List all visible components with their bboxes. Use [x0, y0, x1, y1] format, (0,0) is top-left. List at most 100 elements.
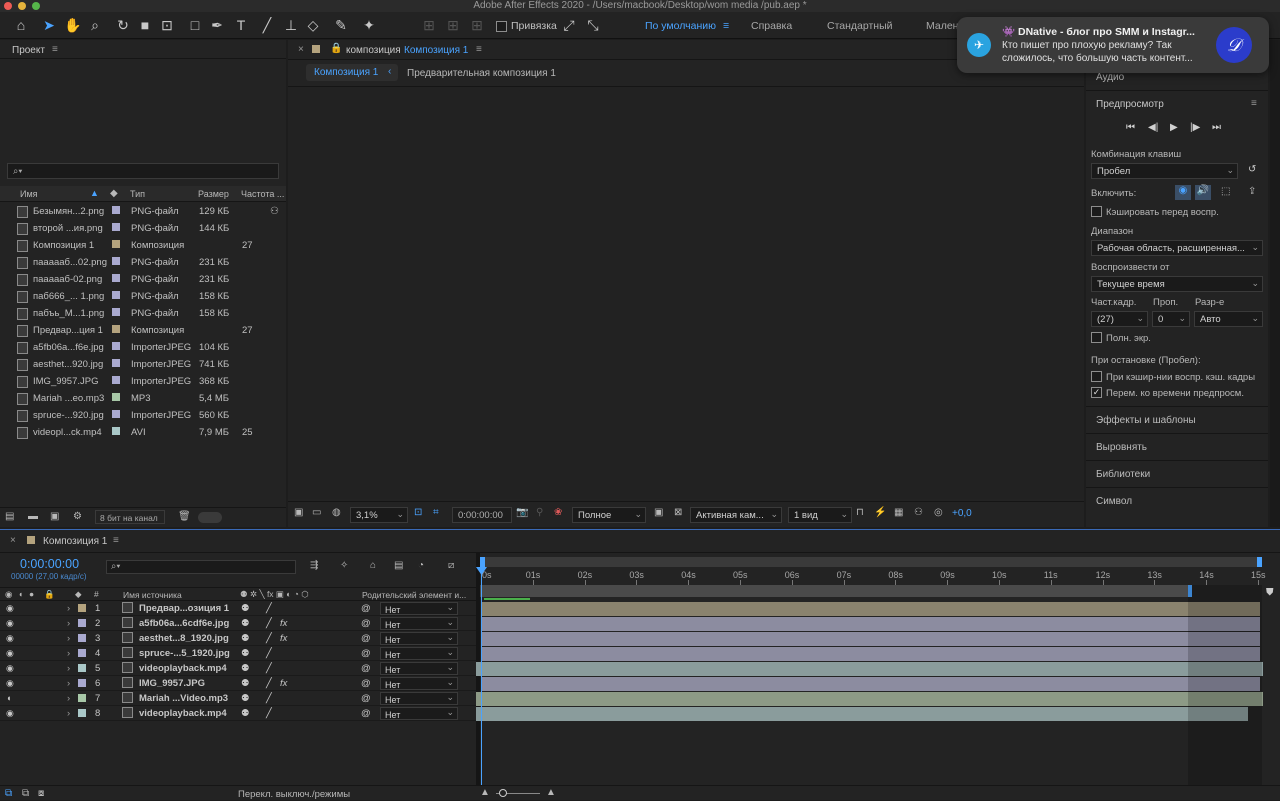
panel-menu-icon[interactable]: ≡	[113, 535, 119, 546]
timeline-layer-row[interactable]: ◉ › 4 spruce-...5_1920.jpg ⚉ ╱ @ Нет ⌄	[0, 646, 476, 661]
expand-layer-icon[interactable]: ›	[67, 618, 70, 629]
project-item[interactable]: Композиция 1 Композиция 27	[0, 237, 284, 254]
toggle-switches-modes[interactable]: Перекл. выключ./режимы	[238, 789, 350, 800]
zoom-out-icon[interactable]: ▲	[480, 787, 490, 798]
res-select[interactable]: Авто ⌄	[1194, 311, 1263, 327]
monitor-icon[interactable]: ▭	[312, 507, 321, 518]
comp-marker-icon[interactable]: ⛊	[1266, 587, 1276, 599]
timeline-layer-row[interactable]: ◉ › 6 IMG_9957.JPG ⚉ ╱ fx @ Нет ⌄	[0, 676, 476, 691]
comp-tab-label[interactable]: композиция	[346, 45, 401, 56]
snap-options-icon-2[interactable]: ⤡	[584, 16, 602, 34]
workspace-standard[interactable]: Стандартный	[827, 20, 893, 32]
label-swatch[interactable]	[112, 274, 120, 282]
minimize-window-button[interactable]	[18, 2, 26, 10]
graph-editor-icon[interactable]: ⧄	[448, 560, 454, 571]
layer-duration-bar[interactable]	[476, 692, 1263, 706]
eraser-tool-icon[interactable]: ◇	[304, 16, 322, 34]
flowchart-icon[interactable]: ⚇	[270, 206, 279, 217]
layer-switches-icon[interactable]: ⧉	[5, 788, 12, 799]
eye-icon[interactable]: ◉	[6, 678, 14, 689]
external-video-icon[interactable]: ⇪	[1248, 186, 1256, 197]
parent-select[interactable]: Нет ⌄	[380, 692, 458, 705]
time-navigator[interactable]	[480, 557, 1262, 567]
layer-duration-bar[interactable]	[476, 662, 1263, 676]
col-parent[interactable]: Родительский элемент и...	[362, 590, 466, 600]
parent-pickwhip-icon[interactable]: @	[361, 708, 371, 719]
maximize-window-button[interactable]	[32, 2, 40, 10]
project-item[interactable]: пабъь_М...1.png PNG-файл 158 КБ	[0, 305, 284, 322]
label-swatch[interactable]	[112, 427, 120, 435]
axis-local-icon[interactable]: ⊞	[420, 16, 438, 34]
shy-layers-icon[interactable]: ⌂	[370, 560, 376, 571]
timeline-layer-row[interactable]: ◖ › 7 Mariah ...Video.mp3 ⚉ ╱ @ Нет ⌄	[0, 691, 476, 706]
expand-layer-icon[interactable]: ›	[67, 663, 70, 674]
label-swatch[interactable]	[112, 308, 120, 316]
snapping-checkbox[interactable]	[496, 21, 507, 32]
timeline-icon[interactable]: ▦	[894, 507, 903, 518]
prev-frame-icon[interactable]: ◀|	[1148, 122, 1158, 133]
layer-source-name[interactable]: IMG_9957.JPG	[139, 678, 205, 689]
comp-tab-name[interactable]: Композиция 1	[404, 45, 468, 56]
region-icon[interactable]: ▣	[654, 507, 663, 518]
pen-tool-icon[interactable]: ✒	[208, 16, 226, 34]
workspace-menu-icon[interactable]: ≡	[723, 20, 729, 32]
next-frame-icon[interactable]: |▶	[1190, 122, 1200, 133]
parent-pickwhip-icon[interactable]: @	[361, 618, 371, 629]
navigator-start-handle[interactable]	[480, 557, 485, 567]
layer-label-swatch[interactable]	[78, 664, 86, 672]
quality-switch-icon[interactable]: ╱	[266, 603, 272, 614]
layer-source-name[interactable]: a5fb06a...6cdf6e.jpg	[139, 618, 229, 629]
eye-icon[interactable]: ◉	[6, 648, 14, 659]
layer-label-swatch[interactable]	[78, 604, 86, 612]
project-item[interactable]: spruce-...920.jpg ImporterJPEG 560 КБ	[0, 407, 284, 424]
pan-behind-tool-icon[interactable]: ⊡	[158, 16, 176, 34]
clone-stamp-tool-icon[interactable]: ⊥	[282, 16, 300, 34]
on-stop-cache-checkbox[interactable]	[1091, 371, 1102, 382]
transparency-grid-icon[interactable]: ⊠	[674, 507, 682, 518]
eye-icon[interactable]: ◉	[6, 633, 14, 644]
panel-menu-icon[interactable]: ≡	[52, 44, 58, 55]
parent-select[interactable]: Нет ⌄	[380, 617, 458, 630]
breadcrumb-next[interactable]: Предварительная композиция 1	[407, 68, 556, 79]
quality-switch-icon[interactable]: ╱	[266, 618, 272, 629]
last-frame-icon[interactable]: ⏭	[1212, 122, 1221, 133]
fit-icon[interactable]: ⊡	[414, 507, 422, 518]
layer-duration-bar[interactable]	[476, 707, 1248, 721]
quality-switch-icon[interactable]: ╱	[266, 708, 272, 719]
zoom-tool-icon[interactable]: ⌕	[86, 16, 104, 34]
work-area-bar[interactable]	[480, 585, 1192, 597]
flowchart-icon[interactable]: ⚇	[914, 507, 923, 518]
right-scrollbar[interactable]	[1270, 40, 1280, 527]
layer-label-swatch[interactable]	[78, 679, 86, 687]
expand-layer-icon[interactable]: ›	[67, 678, 70, 689]
layer-duration-bar[interactable]	[482, 617, 1260, 631]
mask-visibility-icon[interactable]: ◍	[332, 507, 341, 518]
roto-brush-tool-icon[interactable]: ✎	[332, 16, 350, 34]
effects-presets-section[interactable]: Эффекты и шаблоны	[1086, 406, 1268, 431]
quality-switch-icon[interactable]: ╱	[266, 648, 272, 659]
zoom-in-icon[interactable]: ▲	[546, 787, 556, 798]
project-item[interactable]: videopl...ck.mp4 AVI 7,9 МБ 25	[0, 424, 284, 441]
project-item[interactable]: паб666_... 1.png PNG-файл 158 КБ	[0, 288, 284, 305]
notification-banner[interactable]: ✈ 👾 DNative - блог про SMM и Instagr... …	[957, 17, 1269, 73]
composition-flowchart-icon[interactable]: ⇶	[310, 560, 318, 571]
fx-icon[interactable]: fx	[280, 633, 287, 644]
lock-icon[interactable]: 🔒	[330, 43, 342, 54]
parent-pickwhip-icon[interactable]: @	[361, 603, 371, 614]
transfer-controls-icon[interactable]: ⧉	[22, 788, 29, 799]
expand-layer-icon[interactable]: ›	[67, 693, 70, 704]
show-snapshot-icon[interactable]: ⚲	[536, 507, 543, 518]
col-name[interactable]: Имя	[20, 189, 38, 199]
col-type[interactable]: Тип	[130, 189, 145, 199]
timeline-tab[interactable]: Композиция 1	[43, 536, 107, 547]
shy-switch-icon[interactable]: ⚉	[241, 693, 250, 704]
expand-layer-icon[interactable]: ›	[67, 708, 70, 719]
cache-before-checkbox[interactable]	[1091, 206, 1102, 217]
type-tool-icon[interactable]: T	[232, 16, 250, 34]
layer-duration-bar[interactable]	[482, 677, 1260, 691]
viewer-timecode[interactable]: 0:00:00:00	[452, 507, 512, 523]
exposure-value[interactable]: +0,0	[952, 508, 972, 519]
play-from-select[interactable]: Текущее время ⌄	[1091, 276, 1263, 292]
views-select[interactable]: 1 вид ⌄	[788, 507, 852, 523]
frame-blending-icon[interactable]: ▤	[394, 560, 403, 571]
